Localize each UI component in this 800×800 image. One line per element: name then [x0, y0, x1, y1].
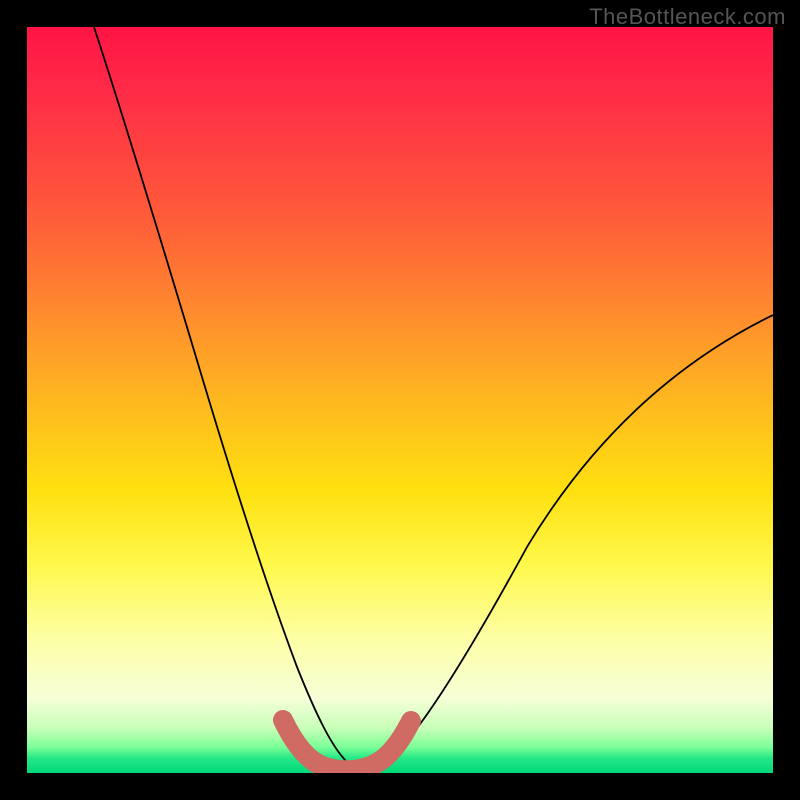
watermark-text: TheBottleneck.com — [589, 4, 786, 30]
plot-area — [27, 27, 773, 773]
chart-frame: TheBottleneck.com — [0, 0, 800, 800]
chart-svg — [27, 27, 773, 773]
optimal-marker — [283, 720, 411, 770]
bottleneck-curve — [94, 27, 773, 768]
